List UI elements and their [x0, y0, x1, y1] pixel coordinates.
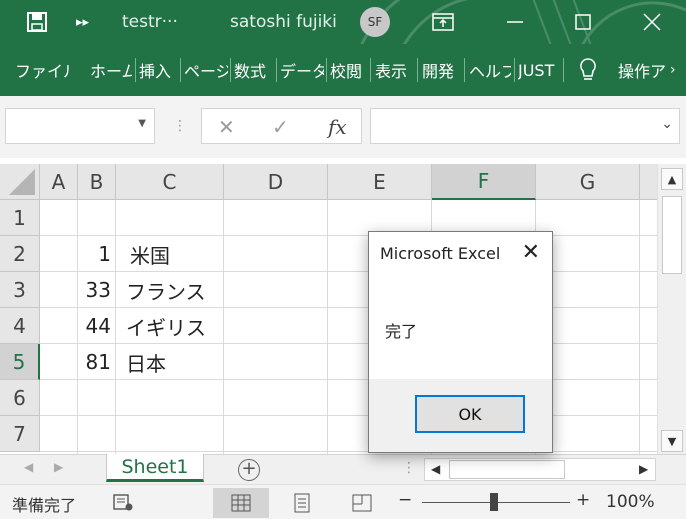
status-bar: 準備完了 − + 100% — [0, 484, 686, 519]
save-icon[interactable] — [26, 0, 48, 44]
macro-record-icon[interactable] — [112, 492, 134, 516]
quick-access-more-icon[interactable]: ▸▸ — [76, 0, 89, 44]
horizontal-scrollbar[interactable]: ◀ ▶ — [424, 458, 656, 481]
tab-insert[interactable]: 挿入 — [139, 44, 177, 96]
expand-formula-bar-icon[interactable]: ⌄ — [661, 116, 673, 132]
select-all-button[interactable] — [0, 164, 40, 200]
tell-me-search[interactable]: 操作ア — [618, 44, 670, 96]
cell-b2[interactable]: 1 — [78, 236, 115, 272]
sheet-prev-icon[interactable]: ◀ — [24, 460, 33, 474]
dialog-message: 完了 — [385, 322, 418, 341]
scroll-down-icon[interactable]: ▼ — [661, 430, 683, 452]
close-window-icon[interactable] — [641, 0, 663, 44]
avatar-initials: SF — [360, 7, 390, 37]
row-header-7[interactable]: 7 — [0, 416, 40, 452]
tab-developer[interactable]: 開発 — [422, 44, 460, 96]
cell-c3[interactable]: フランス — [116, 272, 223, 308]
name-box[interactable]: ▼ — [5, 108, 155, 144]
insert-function-icon[interactable]: fx — [328, 115, 347, 139]
column-header-f[interactable]: F — [432, 164, 536, 200]
column-header-g[interactable]: G — [536, 164, 640, 200]
zoom-level[interactable]: 100% — [606, 492, 655, 512]
formula-input[interactable]: ⌄ — [370, 108, 680, 144]
minimize-icon[interactable] — [505, 0, 525, 44]
zoom-out-button[interactable]: − — [398, 490, 412, 510]
column-header-e[interactable]: E — [328, 164, 432, 200]
enter-icon[interactable]: ✓ — [272, 115, 289, 139]
scroll-right-icon[interactable]: ▶ — [639, 462, 648, 476]
dialog-footer: OK — [369, 379, 552, 452]
tab-just[interactable]: JUST — [518, 44, 560, 96]
zoom-in-button[interactable]: + — [576, 490, 590, 510]
dialog-close-icon[interactable]: ✕ — [522, 240, 540, 265]
cell-b4[interactable]: 44 — [78, 308, 115, 344]
page-break-preview-button[interactable] — [334, 488, 390, 518]
ok-button[interactable]: OK — [415, 395, 525, 433]
formula-buttons: ✕ ✓ fx — [201, 108, 362, 144]
sheet-tab-bar: ◀ ▶ Sheet1 + ⋮ ◀ ▶ — [0, 454, 686, 484]
tab-split-grip-icon[interactable]: ⋮ — [402, 460, 416, 476]
column-header-h[interactable] — [640, 164, 657, 200]
row-header-5[interactable]: 5 — [0, 344, 40, 380]
user-name[interactable]: satoshi fujiki — [230, 0, 337, 44]
row-header-3[interactable]: 3 — [0, 272, 40, 308]
tab-page-layout[interactable]: ページ — [184, 44, 228, 96]
sheet-next-icon[interactable]: ▶ — [54, 460, 63, 474]
scroll-up-icon[interactable]: ▲ — [661, 168, 683, 190]
row-header-2[interactable]: 2 — [0, 236, 40, 272]
status-text: 準備完了 — [12, 496, 77, 515]
column-header-d[interactable]: D — [224, 164, 328, 200]
tab-review[interactable]: 校閲 — [330, 44, 368, 96]
horizontal-scroll-thumb[interactable] — [449, 460, 565, 479]
tab-file[interactable]: ファイル — [15, 44, 69, 96]
zoom-slider-thumb[interactable] — [490, 493, 498, 511]
document-title: testr··· — [122, 12, 178, 32]
tab-view[interactable]: 表示 — [375, 44, 413, 96]
row-header-4[interactable]: 4 — [0, 308, 40, 344]
lightbulb-icon[interactable] — [578, 44, 602, 96]
worksheet-grid: A B C D E F G 1 2 3 4 5 6 7 1 米国 33 フランス… — [0, 164, 657, 454]
name-box-dropdown-icon[interactable]: ▼ — [138, 118, 146, 129]
ribbon-display-options-icon[interactable] — [432, 0, 454, 44]
column-header-a[interactable]: A — [40, 164, 78, 200]
cell-b3[interactable]: 33 — [78, 272, 115, 308]
user-avatar[interactable]: SF — [360, 0, 390, 44]
scroll-left-icon[interactable]: ◀ — [431, 462, 440, 476]
page-layout-view-button[interactable] — [274, 488, 330, 518]
dialog-title: Microsoft Excel — [380, 244, 501, 263]
row-header-6[interactable]: 6 — [0, 380, 40, 416]
tab-formulas[interactable]: 数式 — [234, 44, 274, 96]
tab-home[interactable]: ホーム — [90, 44, 132, 96]
column-header-b[interactable]: B — [78, 164, 116, 200]
formula-bar: ▼ ⋮ ✕ ✓ fx ⌄ — [0, 96, 686, 158]
vertical-scrollbar[interactable]: ▲ ▼ — [657, 164, 686, 454]
excel-window: ▸▸ testr··· satoshi fujiki SF ファイル ホーム 挿… — [0, 0, 686, 519]
vertical-scroll-thumb[interactable] — [662, 196, 682, 274]
title-bar: ▸▸ testr··· satoshi fujiki SF — [0, 0, 686, 96]
ribbon-tabs: ファイル ホーム 挿入 ページ 数式 データ 校閲 表示 開発 ヘルプ JUST… — [0, 44, 686, 96]
sheet-tab-sheet1[interactable]: Sheet1 — [106, 454, 204, 482]
column-header-c[interactable]: C — [116, 164, 224, 200]
message-dialog: Microsoft Excel ✕ 完了 OK — [368, 231, 553, 453]
grip-icon: ⋮ — [173, 118, 187, 134]
normal-view-button[interactable] — [213, 488, 269, 518]
row-header-1[interactable]: 1 — [0, 200, 40, 236]
cancel-icon[interactable]: ✕ — [218, 115, 235, 139]
cell-b5[interactable]: 81 — [78, 344, 115, 380]
tab-data[interactable]: データ — [280, 44, 324, 96]
cell-c4[interactable]: イギリス — [116, 308, 223, 344]
add-sheet-icon[interactable]: + — [238, 459, 260, 481]
maximize-icon[interactable] — [573, 0, 593, 44]
cell-c5[interactable]: 日本 — [116, 344, 223, 380]
tab-help[interactable]: ヘルプ — [469, 44, 511, 96]
ribbon-scroll-right-icon[interactable]: › — [670, 44, 684, 96]
cell-c2[interactable]: 米国 — [116, 236, 223, 272]
